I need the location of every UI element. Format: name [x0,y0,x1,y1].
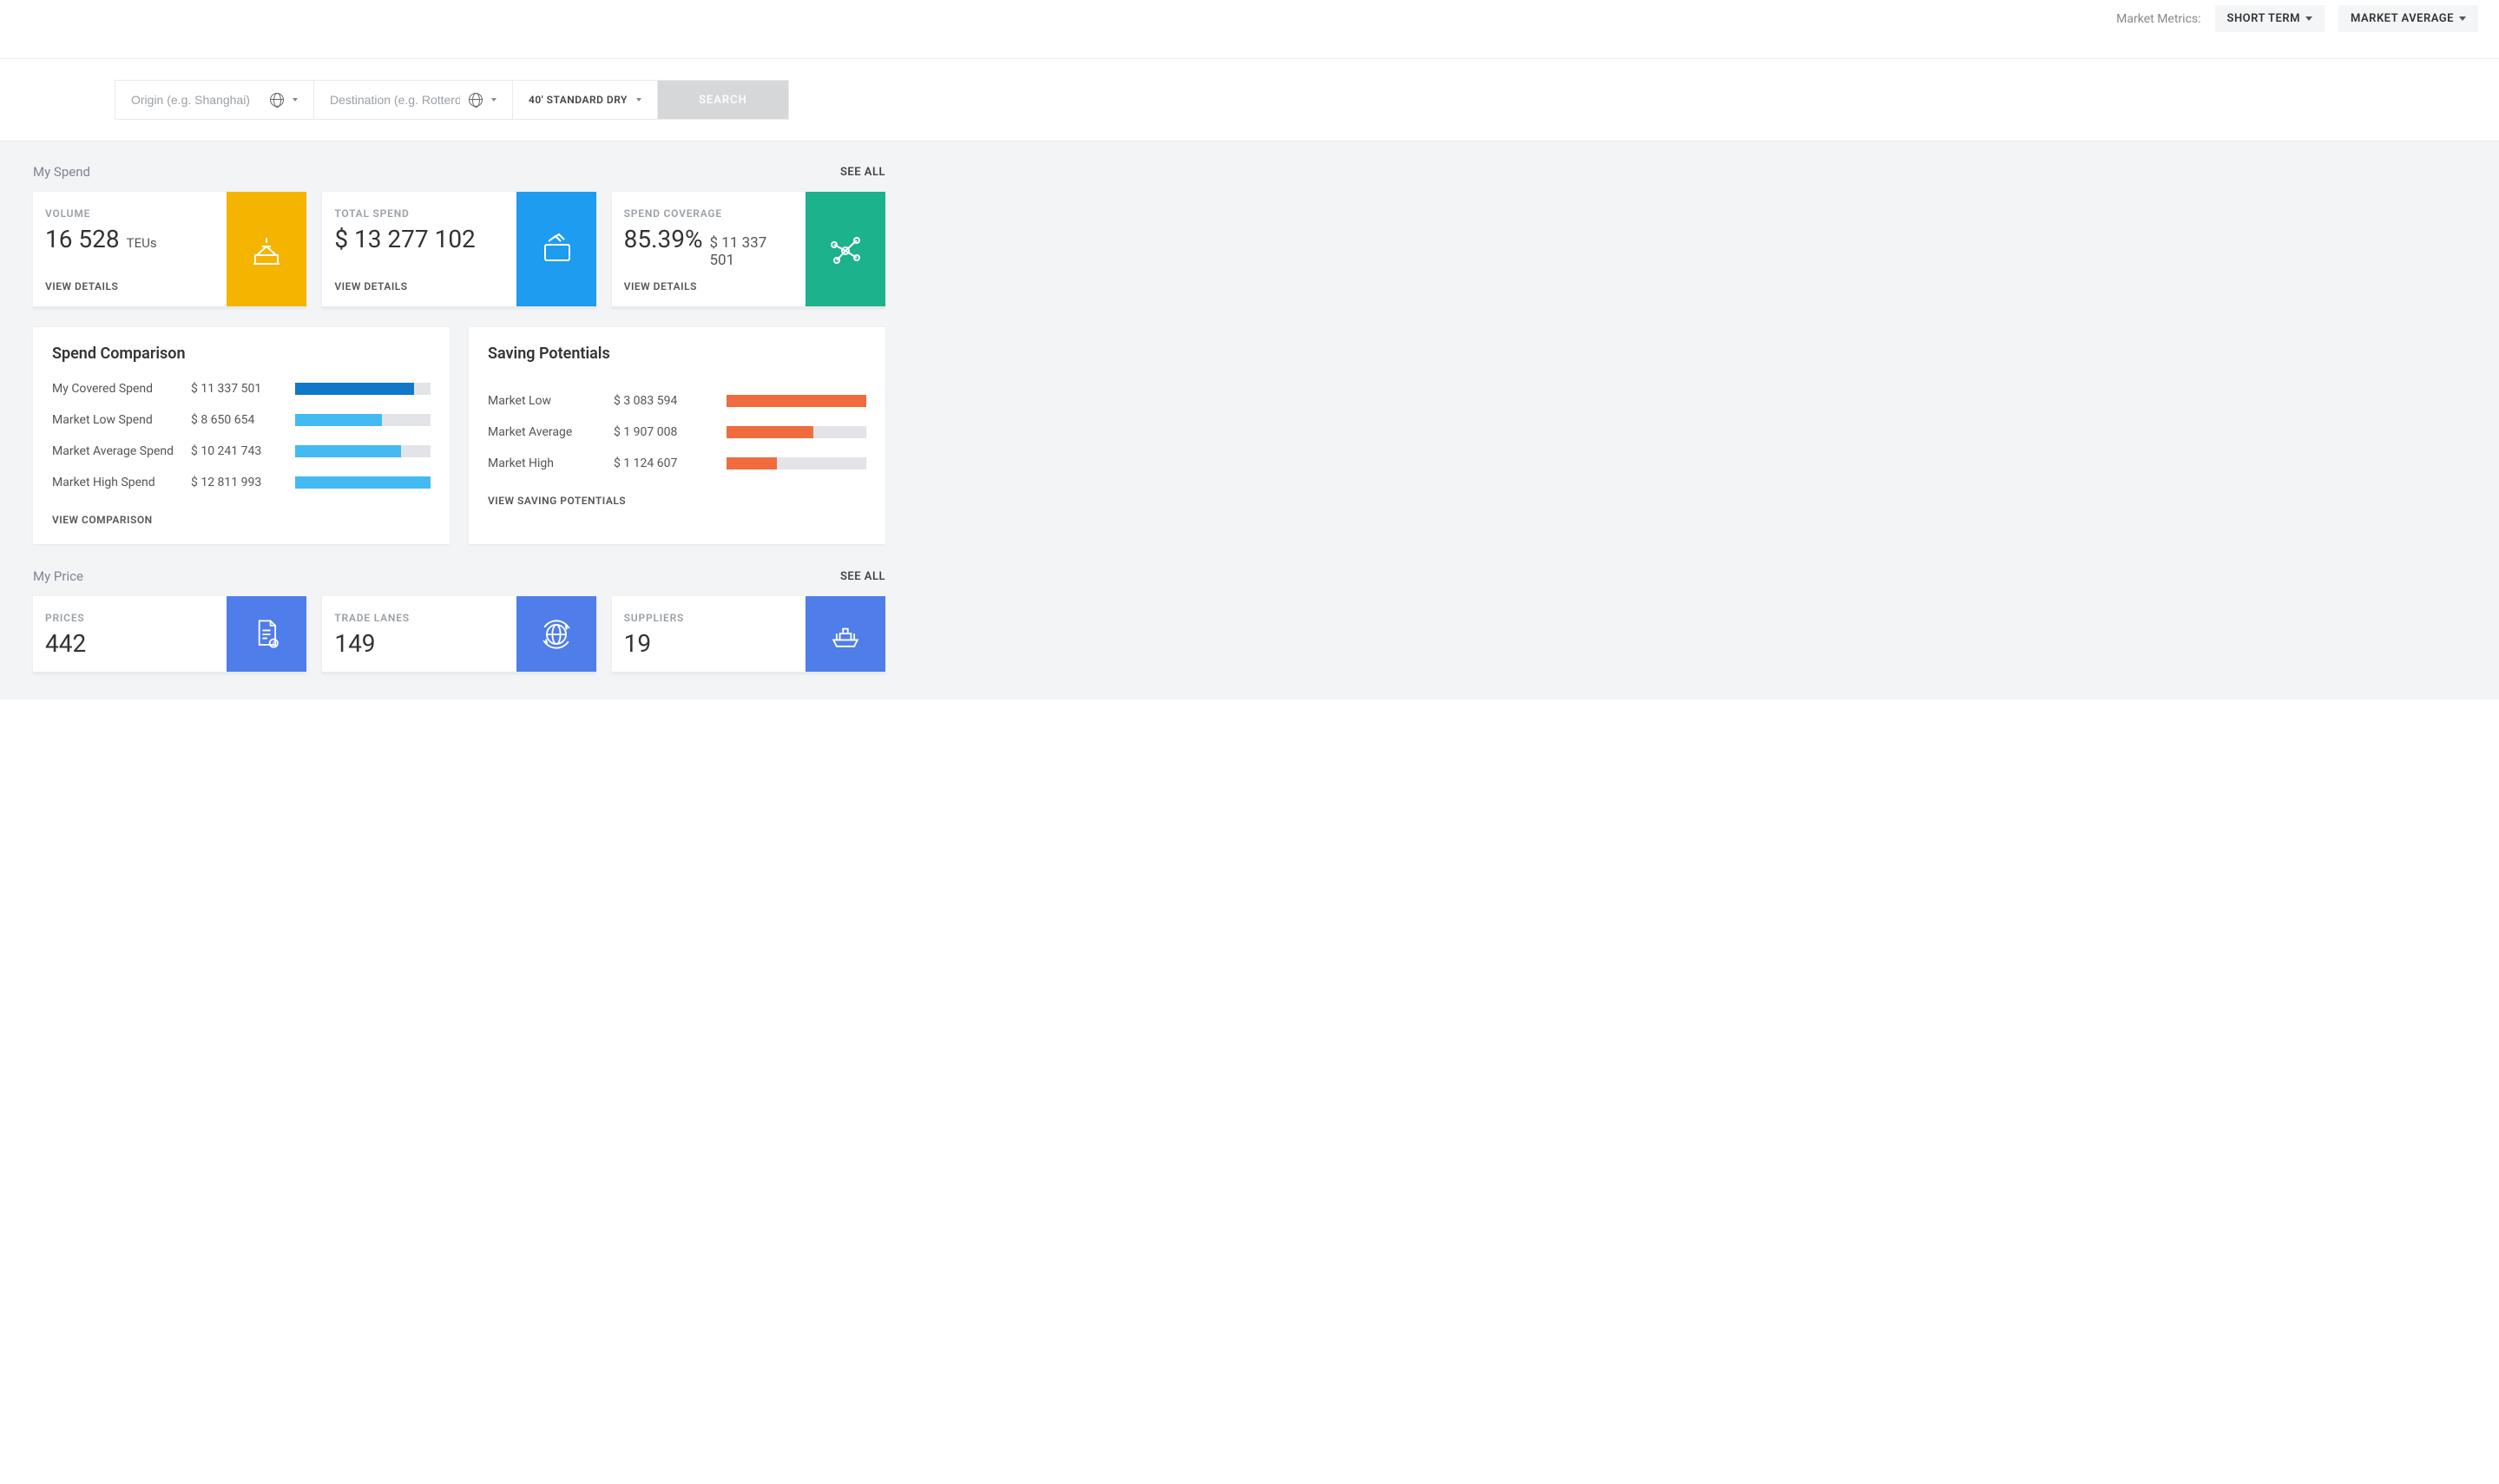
search-button[interactable]: SEARCH [658,81,788,119]
globe-icon [270,93,284,107]
short-term-dropdown[interactable]: SHORT TERM [2215,5,2325,32]
my-spend-heading: My Spend [33,164,90,180]
spend-comparison-title: Spend Comparison [52,345,431,363]
metric-bar [295,476,431,489]
spend-coverage-amount: $ 11 337 501 [710,234,793,269]
destination-input[interactable] [330,93,460,107]
metric-row: Market Low$ 3 083 594 [488,394,866,408]
metric-bar [727,395,866,407]
metric-value: $ 1 907 008 [614,425,727,439]
metric-row: Market High$ 1 124 607 [488,456,866,470]
suppliers-card: SUPPLIERS 19 [612,596,885,673]
metric-row: Market Average Spend$ 10 241 743 [52,444,431,458]
caret-down-icon [2459,16,2466,21]
market-metrics-label: Market Metrics: [2116,12,2200,26]
metric-bar [295,445,431,457]
trade-lanes-value: 149 [334,629,375,658]
trade-lanes-label: TRADE LANES [334,612,503,624]
origin-field[interactable] [115,81,314,119]
metric-row: My Covered Spend$ 11 337 501 [52,382,431,396]
trade-lanes-card: TRADE LANES 149 [322,596,595,673]
metric-label: Market Low Spend [52,413,191,427]
metric-label: Market High [488,456,614,470]
my-spend-see-all[interactable]: SEE ALL [840,166,885,179]
ship-icon [806,596,885,672]
chevron-down-icon [491,98,497,102]
building-icon [227,192,306,306]
metric-row: Market Average$ 1 907 008 [488,425,866,439]
metric-label: Market Average Spend [52,444,191,458]
market-average-dropdown[interactable]: MARKET AVERAGE [2338,5,2478,32]
total-spend-label: TOTAL SPEND [334,207,503,220]
metric-label: Market Average [488,425,614,439]
metric-value: $ 8 650 654 [191,413,295,427]
metric-label: Market Low [488,394,614,408]
saving-potentials-title: Saving Potentials [488,345,866,363]
metric-value: $ 12 811 993 [191,476,295,489]
metric-bar [295,414,431,426]
suppliers-value: 19 [624,629,651,658]
container-type-label: 40' STANDARD DRY [529,94,628,106]
prices-card: PRICES 442 $ [33,596,306,673]
metric-row: Market Low Spend$ 8 650 654 [52,413,431,427]
container-type-dropdown[interactable]: 40' STANDARD DRY [513,81,658,119]
volume-unit: TEUs [127,235,157,251]
view-comparison-link[interactable]: VIEW COMPARISON [52,514,153,526]
search-bar: 40' STANDARD DRY SEARCH [115,80,789,120]
metric-bar [727,426,866,438]
volume-view-details[interactable]: VIEW DETAILS [45,280,214,292]
chevron-down-icon [293,98,298,102]
metric-label: My Covered Spend [52,382,191,396]
metric-label: Market High Spend [52,476,191,489]
total-spend-view-details[interactable]: VIEW DETAILS [334,280,503,292]
metric-value: $ 11 337 501 [191,382,295,396]
document-icon: $ [227,596,306,672]
globe-arrows-icon [516,596,596,672]
my-price-heading: My Price [33,568,83,584]
svg-text:$: $ [273,640,276,647]
volume-value: 16 528 [45,225,120,253]
spend-comparison-panel: Spend Comparison My Covered Spend$ 11 33… [33,327,450,544]
caret-down-icon [2305,16,2312,21]
total-spend-value: $ 13 277 102 [334,225,475,253]
chevron-down-icon [636,98,641,102]
market-average-dropdown-label: MARKET AVERAGE [2351,12,2454,25]
metric-row: Market High Spend$ 12 811 993 [52,476,431,489]
short-term-dropdown-label: SHORT TERM [2227,12,2301,25]
globe-icon [469,93,483,107]
network-icon [806,192,885,306]
metric-value: $ 10 241 743 [191,444,295,458]
view-saving-potentials-link[interactable]: VIEW SAVING POTENTIALS [488,495,626,507]
prices-value: 442 [45,629,86,658]
metric-value: $ 3 083 594 [614,394,727,408]
prices-label: PRICES [45,612,214,624]
origin-input[interactable] [131,93,261,107]
suppliers-label: SUPPLIERS [624,612,793,624]
destination-field[interactable] [314,81,513,119]
spend-coverage-card: SPEND COVERAGE 85.39% $ 11 337 501 VIEW … [612,192,885,308]
volume-label: VOLUME [45,207,214,220]
spend-coverage-view-details[interactable]: VIEW DETAILS [624,280,793,292]
metric-bar [727,457,866,469]
total-spend-card: TOTAL SPEND $ 13 277 102 VIEW DETAILS [322,192,595,308]
spend-coverage-label: SPEND COVERAGE [624,207,793,220]
saving-potentials-panel: Saving Potentials Market Low$ 3 083 594M… [469,327,885,544]
my-price-see-all[interactable]: SEE ALL [840,570,885,583]
wallet-icon [516,192,596,306]
volume-card: VOLUME 16 528 TEUs VIEW DETAILS [33,192,306,308]
spend-coverage-pct: 85.39% [624,225,703,253]
metric-bar [295,383,431,395]
metric-value: $ 1 124 607 [614,456,727,470]
